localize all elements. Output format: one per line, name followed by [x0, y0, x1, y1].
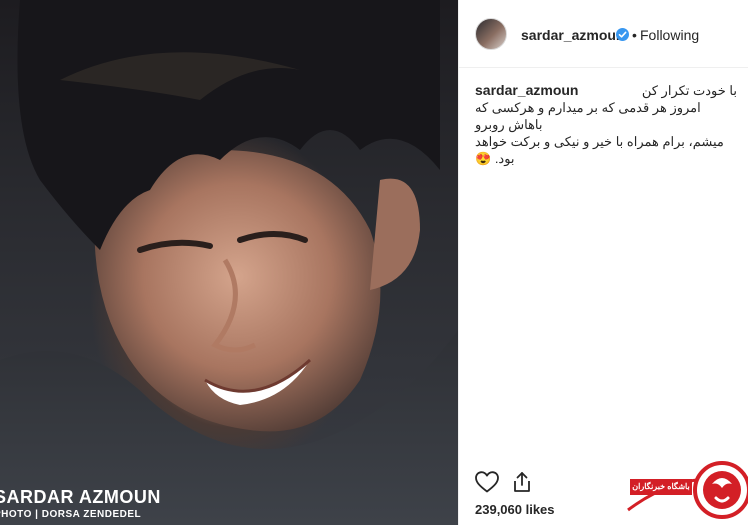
- post-photo[interactable]: SARDAR AZMOUN PHOTO | DORSA ZENDEDEL: [0, 0, 458, 525]
- post-caption: با خودت تکرار کن sardar_azmoun امروز هر …: [475, 82, 737, 167]
- likes-count[interactable]: 239,060 likes: [475, 502, 555, 517]
- caption-line-3: میشم، برام همراه با خیر و نیکی و برکت خو…: [475, 133, 737, 167]
- post-actions: [474, 470, 554, 496]
- caption-line-3-text: میشم، برام همراه با خیر و نیکی و برکت خو…: [475, 134, 724, 166]
- following-button[interactable]: Following: [640, 27, 699, 43]
- post-header: sardar_azmoun • Following: [459, 0, 748, 68]
- heart-eyes-emoji: 😍: [475, 151, 492, 166]
- portrait-illustration: [0, 0, 458, 525]
- header-separator: •: [632, 27, 637, 43]
- photo-watermark-name: SARDAR AZMOUN: [0, 487, 161, 507]
- avatar[interactable]: [475, 18, 507, 50]
- verified-badge-icon: [616, 28, 629, 41]
- share-icon[interactable]: [510, 470, 534, 494]
- photo-watermark-credit: PHOTO | DORSA ZENDEDEL: [0, 509, 142, 520]
- heart-icon[interactable]: [474, 470, 500, 494]
- caption-line-1: با خودت تکرار کن: [641, 83, 737, 98]
- header-username[interactable]: sardar_azmoun: [521, 27, 624, 43]
- caption-line-2: امروز هر قدمی که بر میدارم و هرکسی که با…: [475, 100, 701, 132]
- site-logo-label: باشگاه خبرنگاران: [630, 479, 692, 495]
